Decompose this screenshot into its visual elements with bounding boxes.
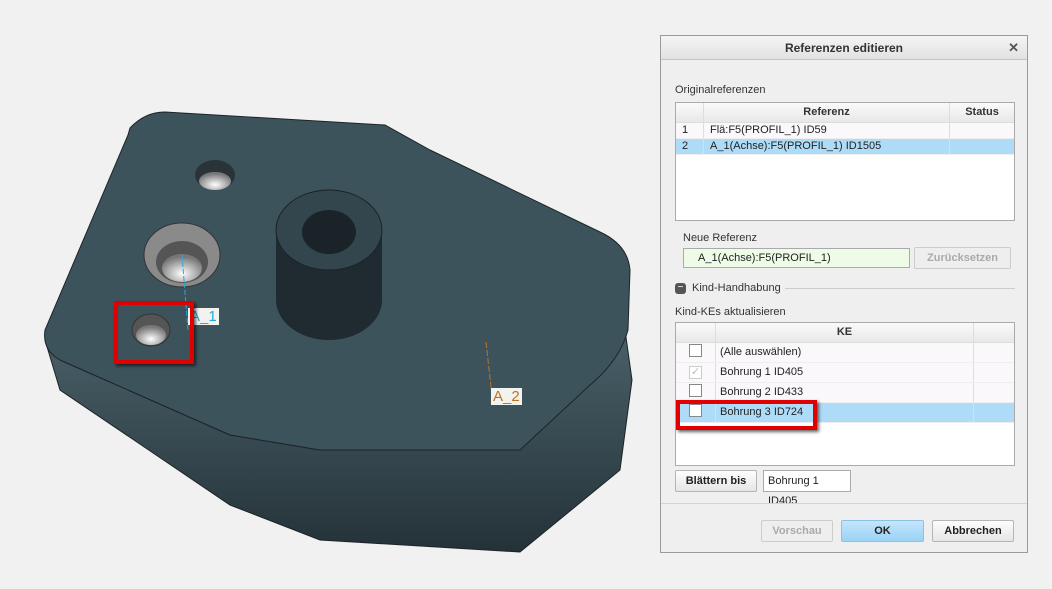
dialog-title: Referenzen editieren [784,41,904,55]
browse-field[interactable]: Bohrung 1 ID405 [763,470,851,507]
col-ke[interactable]: KE [716,323,974,342]
dialog-title-bar: Referenzen editieren ✕ [661,36,1027,60]
child-features-table: KE (Alle auswählen) ✓ Bohrung 1 ID405 Boh… [675,322,1015,466]
browse-button[interactable]: Blättern bis [675,470,757,492]
list-item[interactable]: ✓ Bohrung 1 ID405 [676,363,1014,383]
col-status[interactable]: Status [950,103,1014,122]
row-reference: A_1(Achse):F5(PROFIL_1) ID1505 [704,139,950,154]
highlight-box [114,301,194,364]
checkbox[interactable] [689,384,702,397]
original-references-table: Referenz Status 1 Flä:F5(PROFIL_1) ID59 2A… [675,102,1015,221]
new-reference-field[interactable]: A_1(Achse):F5(PROFIL_1) [683,248,910,268]
part-model [44,111,633,553]
row-number: 1 [676,123,704,138]
axis-label-a2[interactable]: A_2 [491,388,522,405]
highlight-box [676,400,817,430]
child-handling-label: Kind-Handhabung [692,282,781,294]
original-references-label: Originalreferenzen [675,84,766,96]
checkbox-checked[interactable]: ✓ [689,366,702,379]
row-reference: Flä:F5(PROFIL_1) ID59 [704,123,950,138]
preview-button[interactable]: Vorschau [761,520,833,542]
row-status [950,139,1014,154]
table-row[interactable]: 1 Flä:F5(PROFIL_1) ID59 [676,123,1014,139]
col-reference[interactable]: Referenz [704,103,950,122]
item-label: Bohrung 1 ID405 [716,363,974,382]
divider [661,503,1027,504]
update-children-label: Kind-KEs aktualisieren [675,306,786,318]
child-handling-section[interactable]: − Kind-Handhabung [675,282,1015,294]
reset-button[interactable]: Zurücksetzen [914,247,1011,269]
item-label: (Alle auswählen) [716,343,974,362]
collapse-icon[interactable]: − [675,282,686,294]
edit-references-dialog: Referenzen editieren ✕ Originalreferenzen… [660,35,1028,553]
3d-viewport[interactable]: A_1 A_2 [0,0,660,586]
checkbox[interactable] [689,344,702,357]
row-number: 2 [676,139,704,154]
cancel-button[interactable]: Abbrechen [932,520,1014,542]
new-reference-label: Neue Referenz [683,232,757,244]
row-status [950,123,1014,138]
table-row[interactable]: 2 A_1(Achse):F5(PROFIL_1) ID1505 [676,139,1014,155]
ok-button[interactable]: OK [841,520,924,542]
list-item[interactable]: (Alle auswählen) [676,343,1014,363]
divider [784,287,1015,289]
close-icon[interactable]: ✕ [1008,36,1019,60]
